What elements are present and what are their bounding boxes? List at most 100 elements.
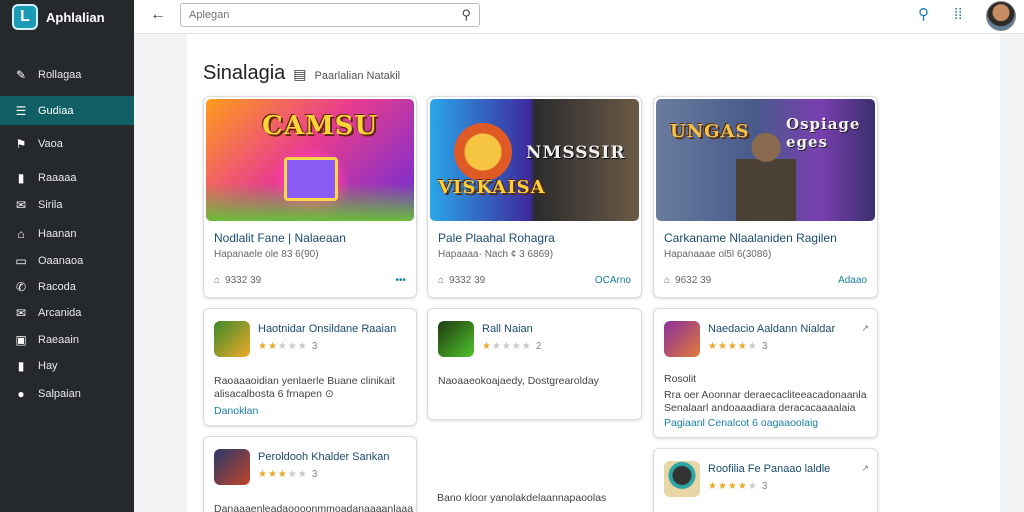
app-card[interactable]: Haotnidar Onsildane Raaian ★★★★★ 3 Raoaaa… bbox=[203, 308, 417, 426]
rating-count: 3 bbox=[761, 341, 768, 352]
artwork-title: VISKAISA bbox=[438, 177, 546, 198]
star-rating: ★★★★★ 3 bbox=[258, 469, 318, 480]
featured-count: ⌂ 9332 39 bbox=[438, 275, 486, 286]
featured-action-link[interactable]: OCArno bbox=[595, 275, 631, 286]
sidebar-item-label: Sirila bbox=[38, 198, 63, 211]
search-box[interactable]: ⚲ bbox=[180, 3, 480, 27]
app-icon bbox=[664, 461, 700, 497]
sidebar-item-racoda[interactable]: ✆ Racoda bbox=[0, 272, 134, 301]
app-title[interactable]: Roofilia Fe Panaao laldle bbox=[708, 463, 830, 475]
sidebar-item-gudiaa[interactable]: ☰ Gudiaa bbox=[0, 96, 134, 125]
featured-title[interactable]: Nodlalit Fane | Nalaeaan bbox=[214, 231, 346, 245]
app-card[interactable]: Roofilia Fe Panaao laldle ↗ ★★★★★ 3 bbox=[653, 448, 878, 512]
featured-card[interactable]: VISKAISA NMSSSIR Pale Plaahal Rohagra Ha… bbox=[427, 96, 642, 298]
featured-count: ⌂ 9632 39 bbox=[664, 275, 712, 286]
app-title[interactable]: Rall Naian bbox=[482, 323, 533, 335]
search-icon[interactable]: ⚲ bbox=[461, 7, 471, 23]
pencil-icon: ✎ bbox=[15, 67, 27, 82]
sidebar-item-label: Haanan bbox=[38, 227, 77, 240]
artwork-character bbox=[454, 123, 512, 181]
circle-icon: ● bbox=[17, 386, 25, 401]
app-title[interactable]: Naedacio Aaldann Nialdar bbox=[708, 323, 835, 335]
main-panel: Sinalagia ▤ Paarlalian Natakil CAMSU Nod… bbox=[187, 34, 1000, 512]
book-icon: ▤ bbox=[293, 66, 307, 82]
game-artwork: UNGAS Ospiage eges bbox=[656, 99, 875, 221]
featured-card[interactable]: CAMSU Nodlalit Fane | Nalaeaan Hapanaele… bbox=[203, 96, 417, 298]
app-link[interactable]: Pagiaanl Cenalcot 6 oagaaoolaig bbox=[664, 417, 818, 429]
game-artwork: CAMSU bbox=[206, 99, 414, 221]
artwork-title: UNGAS bbox=[670, 121, 750, 142]
featured-title[interactable]: Pale Plaahal Rohagra bbox=[438, 231, 555, 245]
rating-count: 2 bbox=[535, 341, 542, 352]
app-icon bbox=[214, 449, 250, 485]
star-rating: ★★★★★ 3 bbox=[708, 481, 768, 492]
more-icon[interactable]: ••• bbox=[395, 275, 406, 286]
phone-icon: ✆ bbox=[15, 279, 27, 294]
search-input[interactable] bbox=[189, 4, 449, 26]
artwork-box bbox=[284, 157, 338, 201]
app-icon bbox=[664, 321, 700, 357]
sidebar-item-salpaian[interactable]: ● Salpaian bbox=[0, 379, 134, 408]
app-description: Bano kloor yanolakdelaannapaoolas bbox=[437, 492, 607, 504]
featured-meta: Hapanaaae ol5l 6(3086) bbox=[664, 249, 772, 260]
bag-icon: ⌂ bbox=[438, 275, 445, 286]
home-icon: ⌂ bbox=[17, 226, 25, 241]
sidebar-item-raeaain[interactable]: ▣ Raeaain bbox=[0, 325, 134, 354]
sidebar-item-label: Racoda bbox=[38, 280, 76, 293]
sidebar-item-label: Arcanida bbox=[38, 306, 82, 319]
sidebar: L Aphlalian ✎ Rollagaa ☰ Gudiaa ⚑ Vaoa ▮ Raa… bbox=[0, 0, 134, 512]
bag-icon: ⌂ bbox=[214, 275, 221, 286]
app-title[interactable]: Peroldooh Khalder Sankan bbox=[258, 451, 389, 463]
arrow-left-icon[interactable]: ← bbox=[150, 6, 166, 24]
box-icon: ▭ bbox=[15, 253, 27, 268]
artwork-title: Ospiage eges bbox=[786, 115, 861, 151]
star-rating: ★★★★★ 3 bbox=[258, 341, 318, 352]
external-link-icon[interactable]: ↗ bbox=[861, 323, 869, 334]
sidebar-item-oaanaoa[interactable]: ▭ Oaanaoa bbox=[0, 246, 134, 275]
featured-card[interactable]: UNGAS Ospiage eges Carkaname Nlaalaniden… bbox=[653, 96, 878, 298]
sidebar-item-label: Vaoa bbox=[38, 137, 63, 150]
featured-action-link[interactable]: Adaao bbox=[838, 275, 867, 286]
star-rating: ★★★★★ 2 bbox=[482, 341, 542, 352]
app-card[interactable]: Rall Naian ★★★★★ 2 Naoaaeokoajaedy, Dostg… bbox=[427, 308, 642, 420]
featured-meta: Hapanaele ole 83 6(90) bbox=[214, 249, 319, 260]
grid-icon: ▣ bbox=[15, 332, 27, 347]
game-artwork: VISKAISA NMSSSIR bbox=[430, 99, 639, 221]
sidebar-item-label: Hay bbox=[38, 359, 58, 372]
app-card-partial[interactable]: Bano kloor yanolakdelaannapaoolas bbox=[437, 492, 637, 505]
app-title: Aphlalian bbox=[46, 9, 105, 25]
app-link[interactable]: Danoklan bbox=[214, 405, 258, 417]
sidebar-item-vaoa[interactable]: ⚑ Vaoa bbox=[0, 129, 134, 158]
app-icon bbox=[438, 321, 474, 357]
bag-icon: ⌂ bbox=[664, 275, 671, 286]
sidebar-item-arcanida[interactable]: ✉ Arcanida bbox=[0, 298, 134, 327]
external-link-icon[interactable]: ↗ bbox=[861, 463, 869, 474]
bar-icon: ▮ bbox=[17, 358, 25, 373]
sidebar-item-label: Oaanaoa bbox=[38, 254, 84, 267]
sidebar-item-haanan[interactable]: ⌂ Haanan bbox=[0, 219, 134, 248]
app-description: Raoaaaoidian yenlaerle Buane clinikait a… bbox=[214, 375, 395, 400]
app-description: Danaaaenleadaoooonmmoadanaaaanlaaa bbox=[214, 503, 414, 512]
search-icon[interactable]: ⚲ bbox=[918, 5, 929, 23]
app-card[interactable]: Peroldooh Khalder Sankan ★★★★★ 3 Danaaaen… bbox=[203, 436, 417, 512]
sidebar-item-raaaaa[interactable]: ▮ Raaaaa bbox=[0, 163, 134, 192]
sidebar-item-sirila[interactable]: ✉ Sirila bbox=[0, 190, 134, 219]
artwork-title: CAMSU bbox=[262, 111, 379, 141]
sidebar-item-label: Rollagaa bbox=[38, 68, 82, 81]
sidebar-item-hay[interactable]: ▮ Hay bbox=[0, 351, 134, 380]
artwork-title: NMSSSIR bbox=[526, 143, 626, 163]
sidebar-item-rollagaa[interactable]: ✎ Rollagaa bbox=[0, 60, 134, 89]
brand[interactable]: L Aphlalian bbox=[0, 0, 134, 34]
rating-count: 3 bbox=[761, 481, 768, 492]
app-icon bbox=[214, 321, 250, 357]
apps-grid-icon[interactable]: ⁞⁞ bbox=[954, 6, 962, 23]
featured-title[interactable]: Carkaname Nlaalaniden Ragilen bbox=[664, 231, 837, 245]
list-icon: ☰ bbox=[15, 103, 27, 118]
app-card[interactable]: Naedacio Aaldann Nialdar ↗ ★★★★★ 3 Rosoli… bbox=[653, 308, 878, 438]
featured-count: ⌂ 9332 39 bbox=[214, 275, 262, 286]
mail-icon: ✉ bbox=[15, 305, 27, 320]
app-title[interactable]: Haotnidar Onsildane Raaian bbox=[258, 323, 396, 335]
top-bar: ← ⚲ ⚲ ⁞⁞ bbox=[134, 0, 1024, 34]
avatar[interactable] bbox=[986, 1, 1016, 31]
section-title: Sinalagia bbox=[203, 62, 286, 84]
